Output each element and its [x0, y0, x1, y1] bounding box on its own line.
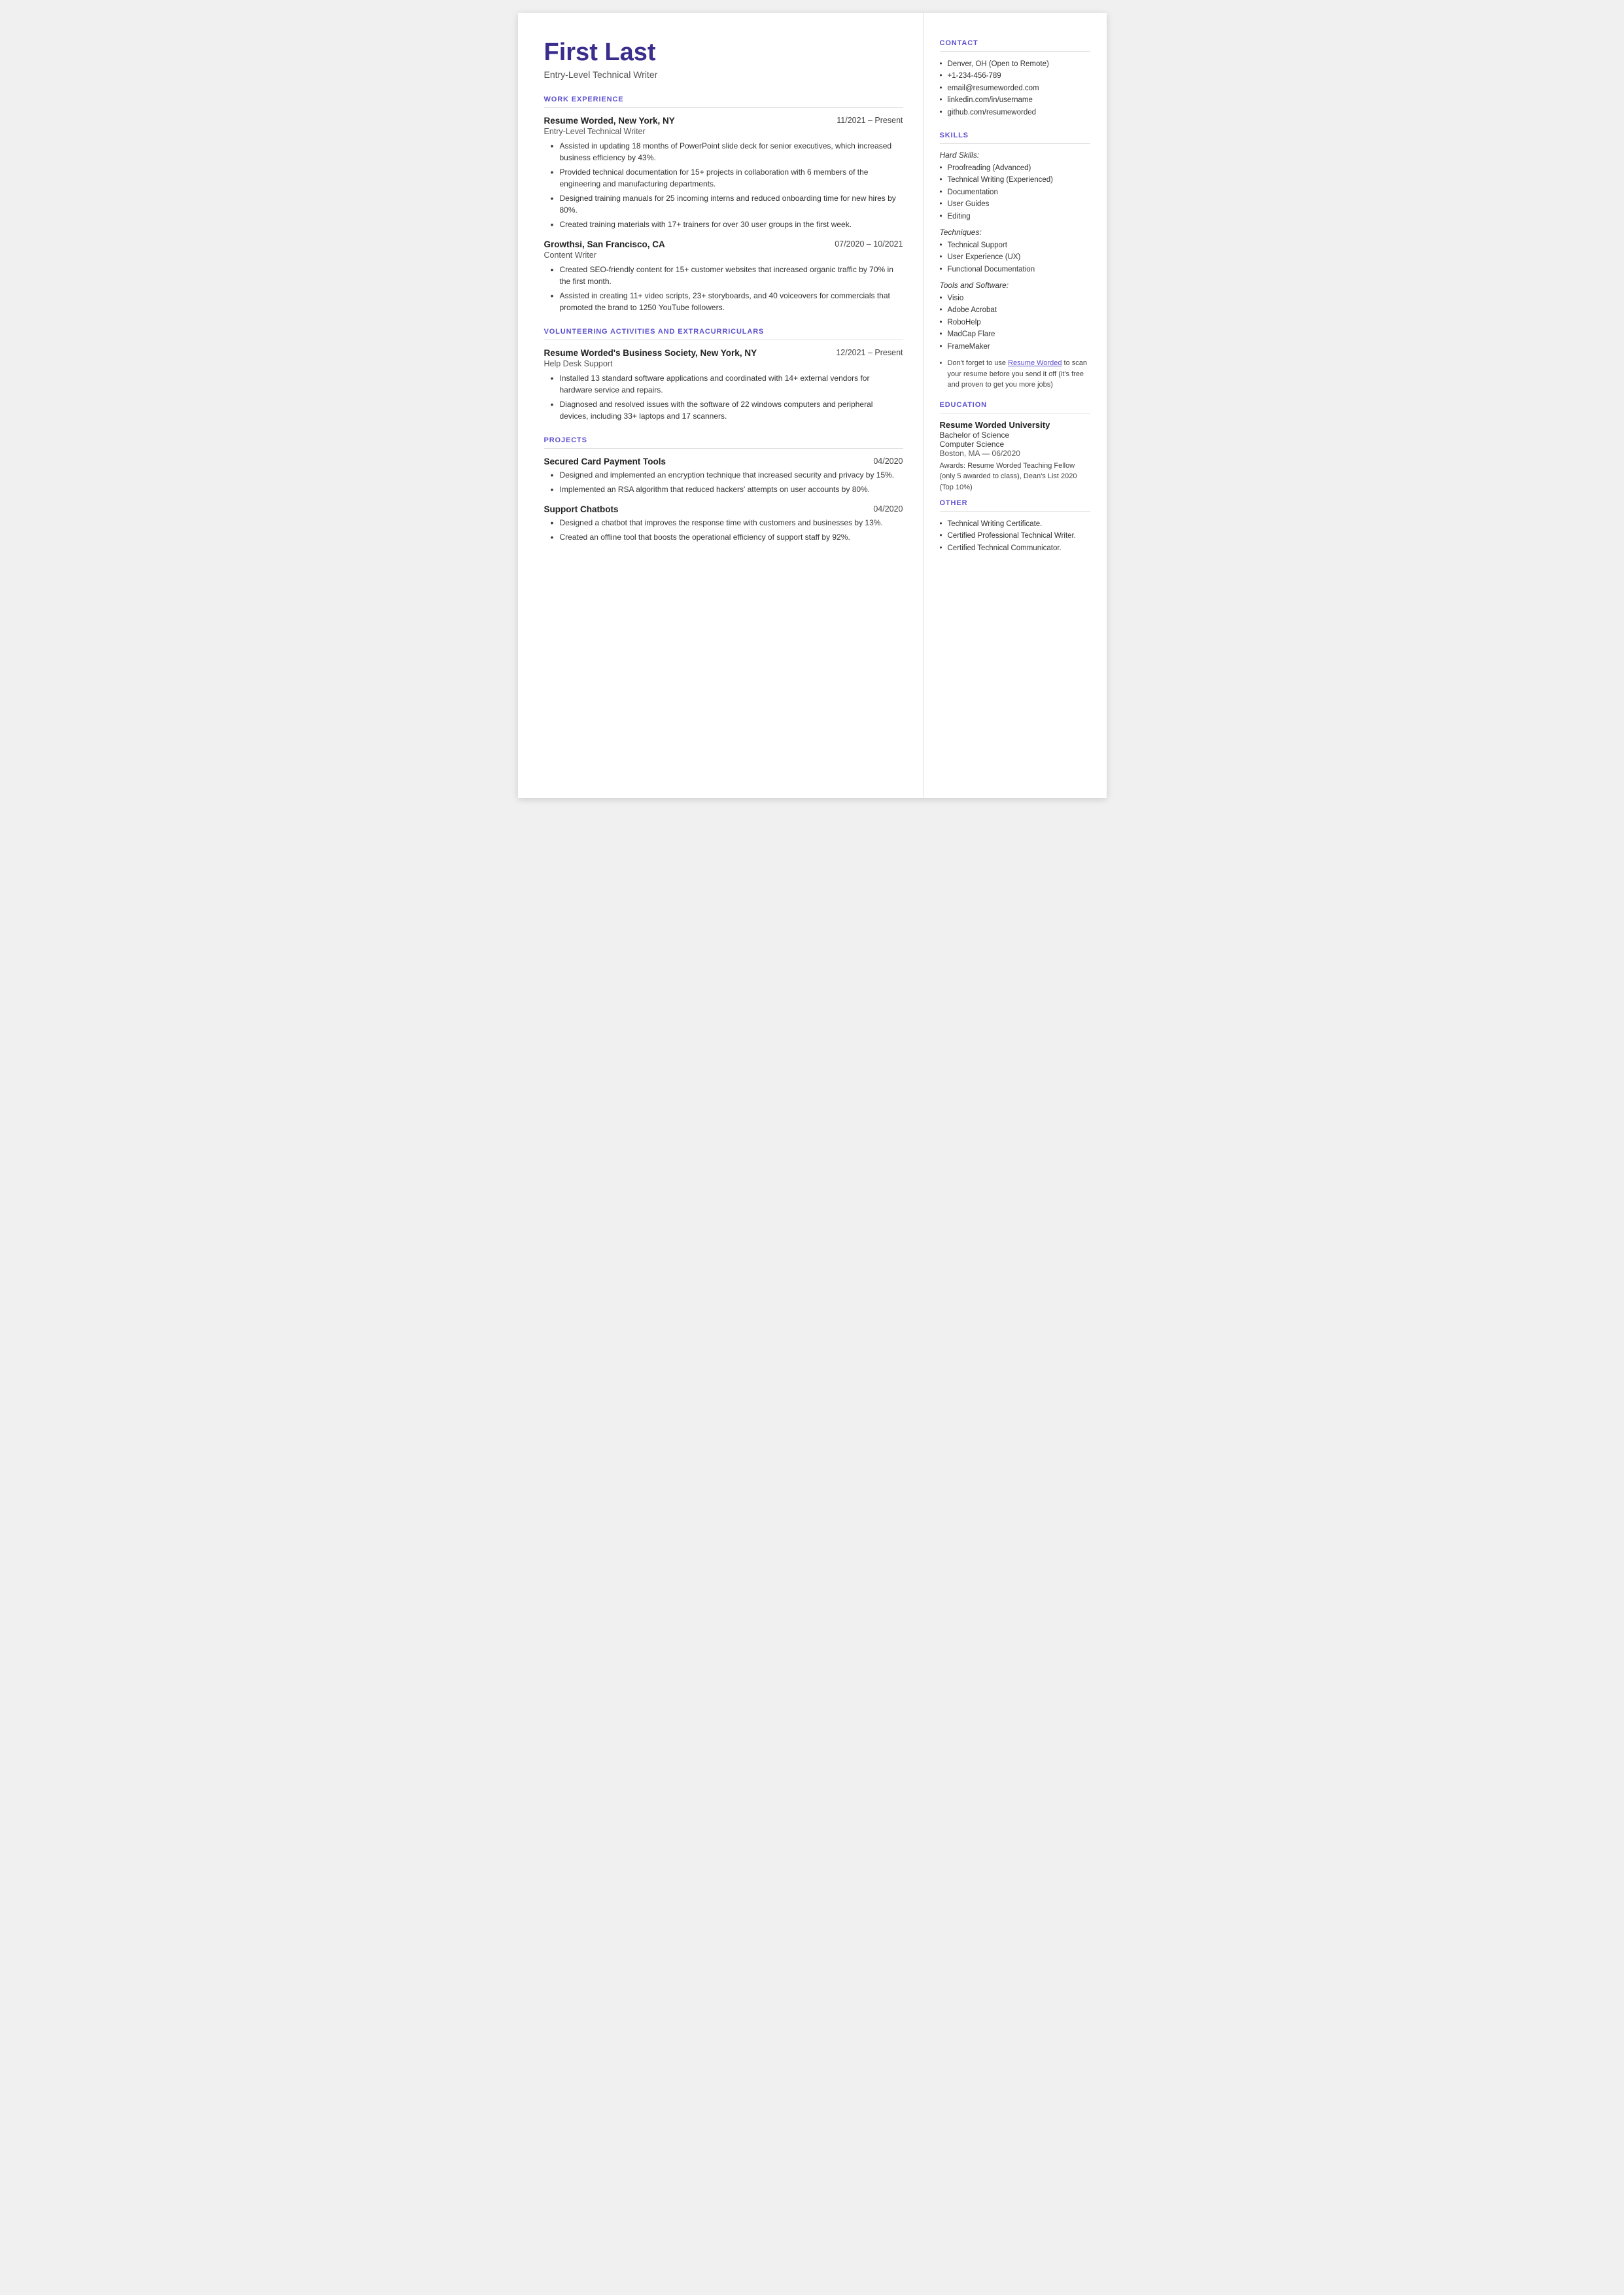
volunteer-1-bullets: Installed 13 standard software applicati… [544, 372, 903, 422]
education-entry: Resume Worded University Bachelor of Sci… [940, 420, 1090, 493]
bullet-item: Assisted in creating 11+ video scripts, … [551, 290, 903, 313]
edu-school: Resume Worded University [940, 420, 1090, 430]
techniques-label: Techniques: [940, 228, 1090, 237]
resume-worded-note: Don't forget to use Resume Worded to sca… [940, 358, 1090, 391]
bullet-item: Created an offline tool that boosts the … [551, 531, 903, 543]
volunteer-1-role: Help Desk Support [544, 359, 903, 368]
bullet-item: Designed and implemented an encryption t… [551, 469, 903, 481]
skills-divider [940, 143, 1090, 144]
skill-item: Functional Documentation [940, 264, 1090, 275]
resume-worded-link[interactable]: Resume Worded [1008, 359, 1062, 367]
education-section-label: EDUCATION [940, 401, 1090, 409]
other-item: Technical Writing Certificate. [940, 518, 1090, 530]
other-item: Certified Technical Communicator. [940, 542, 1090, 554]
project-1-title: Secured Card Payment Tools [544, 457, 666, 466]
skill-item: Technical Writing (Experienced) [940, 174, 1090, 186]
tools-list: Visio Adobe Acrobat RoboHelp MadCap Flar… [940, 292, 1090, 353]
other-list: Technical Writing Certificate. Certified… [940, 518, 1090, 554]
edu-field: Computer Science [940, 440, 1090, 449]
resume-container: First Last Entry-Level Technical Writer … [518, 13, 1107, 798]
candidate-title: Entry-Level Technical Writer [544, 69, 903, 80]
bullet-item: Assisted in updating 18 months of PowerP… [551, 140, 903, 164]
edu-awards: Awards: Resume Worded Teaching Fellow (o… [940, 461, 1090, 493]
job-1-date: 11/2021 – Present [837, 116, 903, 125]
contact-divider [940, 51, 1090, 52]
skill-item: Proofreading (Advanced) [940, 162, 1090, 174]
tools-label: Tools and Software: [940, 281, 1090, 290]
bullet-item: Provided technical documentation for 15+… [551, 166, 903, 190]
project-1-date: 04/2020 [873, 457, 903, 466]
contact-item: linkedin.com/in/username [940, 94, 1090, 106]
job-2: Growthsi, San Francisco, CA 07/2020 – 10… [544, 239, 903, 313]
skill-item: MadCap Flare [940, 328, 1090, 340]
contact-section-label: CONTACT [940, 39, 1090, 47]
skill-item: RoboHelp [940, 317, 1090, 328]
contact-item: Denver, OH (Open to Remote) [940, 58, 1090, 70]
bullet-item: Created training materials with 17+ trai… [551, 219, 903, 230]
bullet-item: Implemented an RSA algorithm that reduce… [551, 483, 903, 495]
right-column: CONTACT Denver, OH (Open to Remote) +1-2… [924, 13, 1107, 798]
skill-item: Editing [940, 211, 1090, 222]
skill-item: Adobe Acrobat [940, 304, 1090, 316]
project-2: Support Chatbots 04/2020 Designed a chat… [544, 504, 903, 543]
job-1-bullets: Assisted in updating 18 months of PowerP… [544, 140, 903, 230]
volunteer-1-header: Resume Worded's Business Society, New Yo… [544, 348, 903, 358]
left-column: First Last Entry-Level Technical Writer … [518, 13, 924, 798]
volunteer-1-date: 12/2021 – Present [836, 348, 903, 357]
project-1-bullets: Designed and implemented an encryption t… [544, 469, 903, 495]
project-1-header: Secured Card Payment Tools 04/2020 [544, 457, 903, 466]
techniques-list: Technical Support User Experience (UX) F… [940, 239, 1090, 275]
work-experience-label: WORK EXPERIENCE [544, 96, 903, 103]
other-item: Certified Professional Technical Writer. [940, 530, 1090, 542]
projects-divider [544, 448, 903, 449]
hard-skills-list: Proofreading (Advanced) Technical Writin… [940, 162, 1090, 222]
skill-item: User Experience (UX) [940, 251, 1090, 263]
contact-item: email@resumeworded.com [940, 82, 1090, 94]
project-2-header: Support Chatbots 04/2020 [544, 504, 903, 514]
volunteering-label: VOLUNTEERING ACTIVITIES AND EXTRACURRICU… [544, 328, 903, 336]
edu-date: Boston, MA — 06/2020 [940, 449, 1090, 458]
bullet-item: Installed 13 standard software applicati… [551, 372, 903, 396]
project-2-bullets: Designed a chatbot that improves the res… [544, 517, 903, 543]
project-1: Secured Card Payment Tools 04/2020 Desig… [544, 457, 903, 495]
job-1-role: Entry-Level Technical Writer [544, 127, 903, 136]
bullet-item: Designed training manuals for 25 incomin… [551, 192, 903, 216]
job-1-header: Resume Worded, New York, NY 11/2021 – Pr… [544, 116, 903, 126]
contact-item: github.com/resumeworded [940, 107, 1090, 118]
skill-item: Technical Support [940, 239, 1090, 251]
job-2-company: Growthsi, San Francisco, CA [544, 239, 665, 249]
skill-item: Documentation [940, 186, 1090, 198]
candidate-name: First Last [544, 39, 903, 67]
edu-degree: Bachelor of Science [940, 430, 1090, 440]
project-2-title: Support Chatbots [544, 504, 619, 514]
note-prefix: Don't forget to use [948, 359, 1009, 367]
job-2-date: 07/2020 – 10/2021 [835, 239, 903, 249]
job-1-company: Resume Worded, New York, NY [544, 116, 675, 126]
skills-section-label: SKILLS [940, 131, 1090, 139]
contact-item: +1-234-456-789 [940, 70, 1090, 82]
job-2-header: Growthsi, San Francisco, CA 07/2020 – 10… [544, 239, 903, 249]
job-1: Resume Worded, New York, NY 11/2021 – Pr… [544, 116, 903, 230]
skill-item: User Guides [940, 198, 1090, 210]
projects-label: PROJECTS [544, 436, 903, 444]
bullet-item: Diagnosed and resolved issues with the s… [551, 398, 903, 422]
job-2-role: Content Writer [544, 251, 903, 260]
work-divider [544, 107, 903, 108]
contact-list: Denver, OH (Open to Remote) +1-234-456-7… [940, 58, 1090, 118]
job-2-bullets: Created SEO-friendly content for 15+ cus… [544, 264, 903, 313]
skill-item: FrameMaker [940, 341, 1090, 353]
other-section-label: OTHER [940, 499, 1090, 507]
name-block: First Last Entry-Level Technical Writer [544, 39, 903, 80]
bullet-item: Created SEO-friendly content for 15+ cus… [551, 264, 903, 287]
other-divider [940, 511, 1090, 512]
volunteer-1: Resume Worded's Business Society, New Yo… [544, 348, 903, 422]
project-2-date: 04/2020 [873, 504, 903, 514]
volunteer-1-company: Resume Worded's Business Society, New Yo… [544, 348, 757, 358]
hard-skills-label: Hard Skills: [940, 150, 1090, 160]
bullet-item: Designed a chatbot that improves the res… [551, 517, 903, 529]
skill-item: Visio [940, 292, 1090, 304]
